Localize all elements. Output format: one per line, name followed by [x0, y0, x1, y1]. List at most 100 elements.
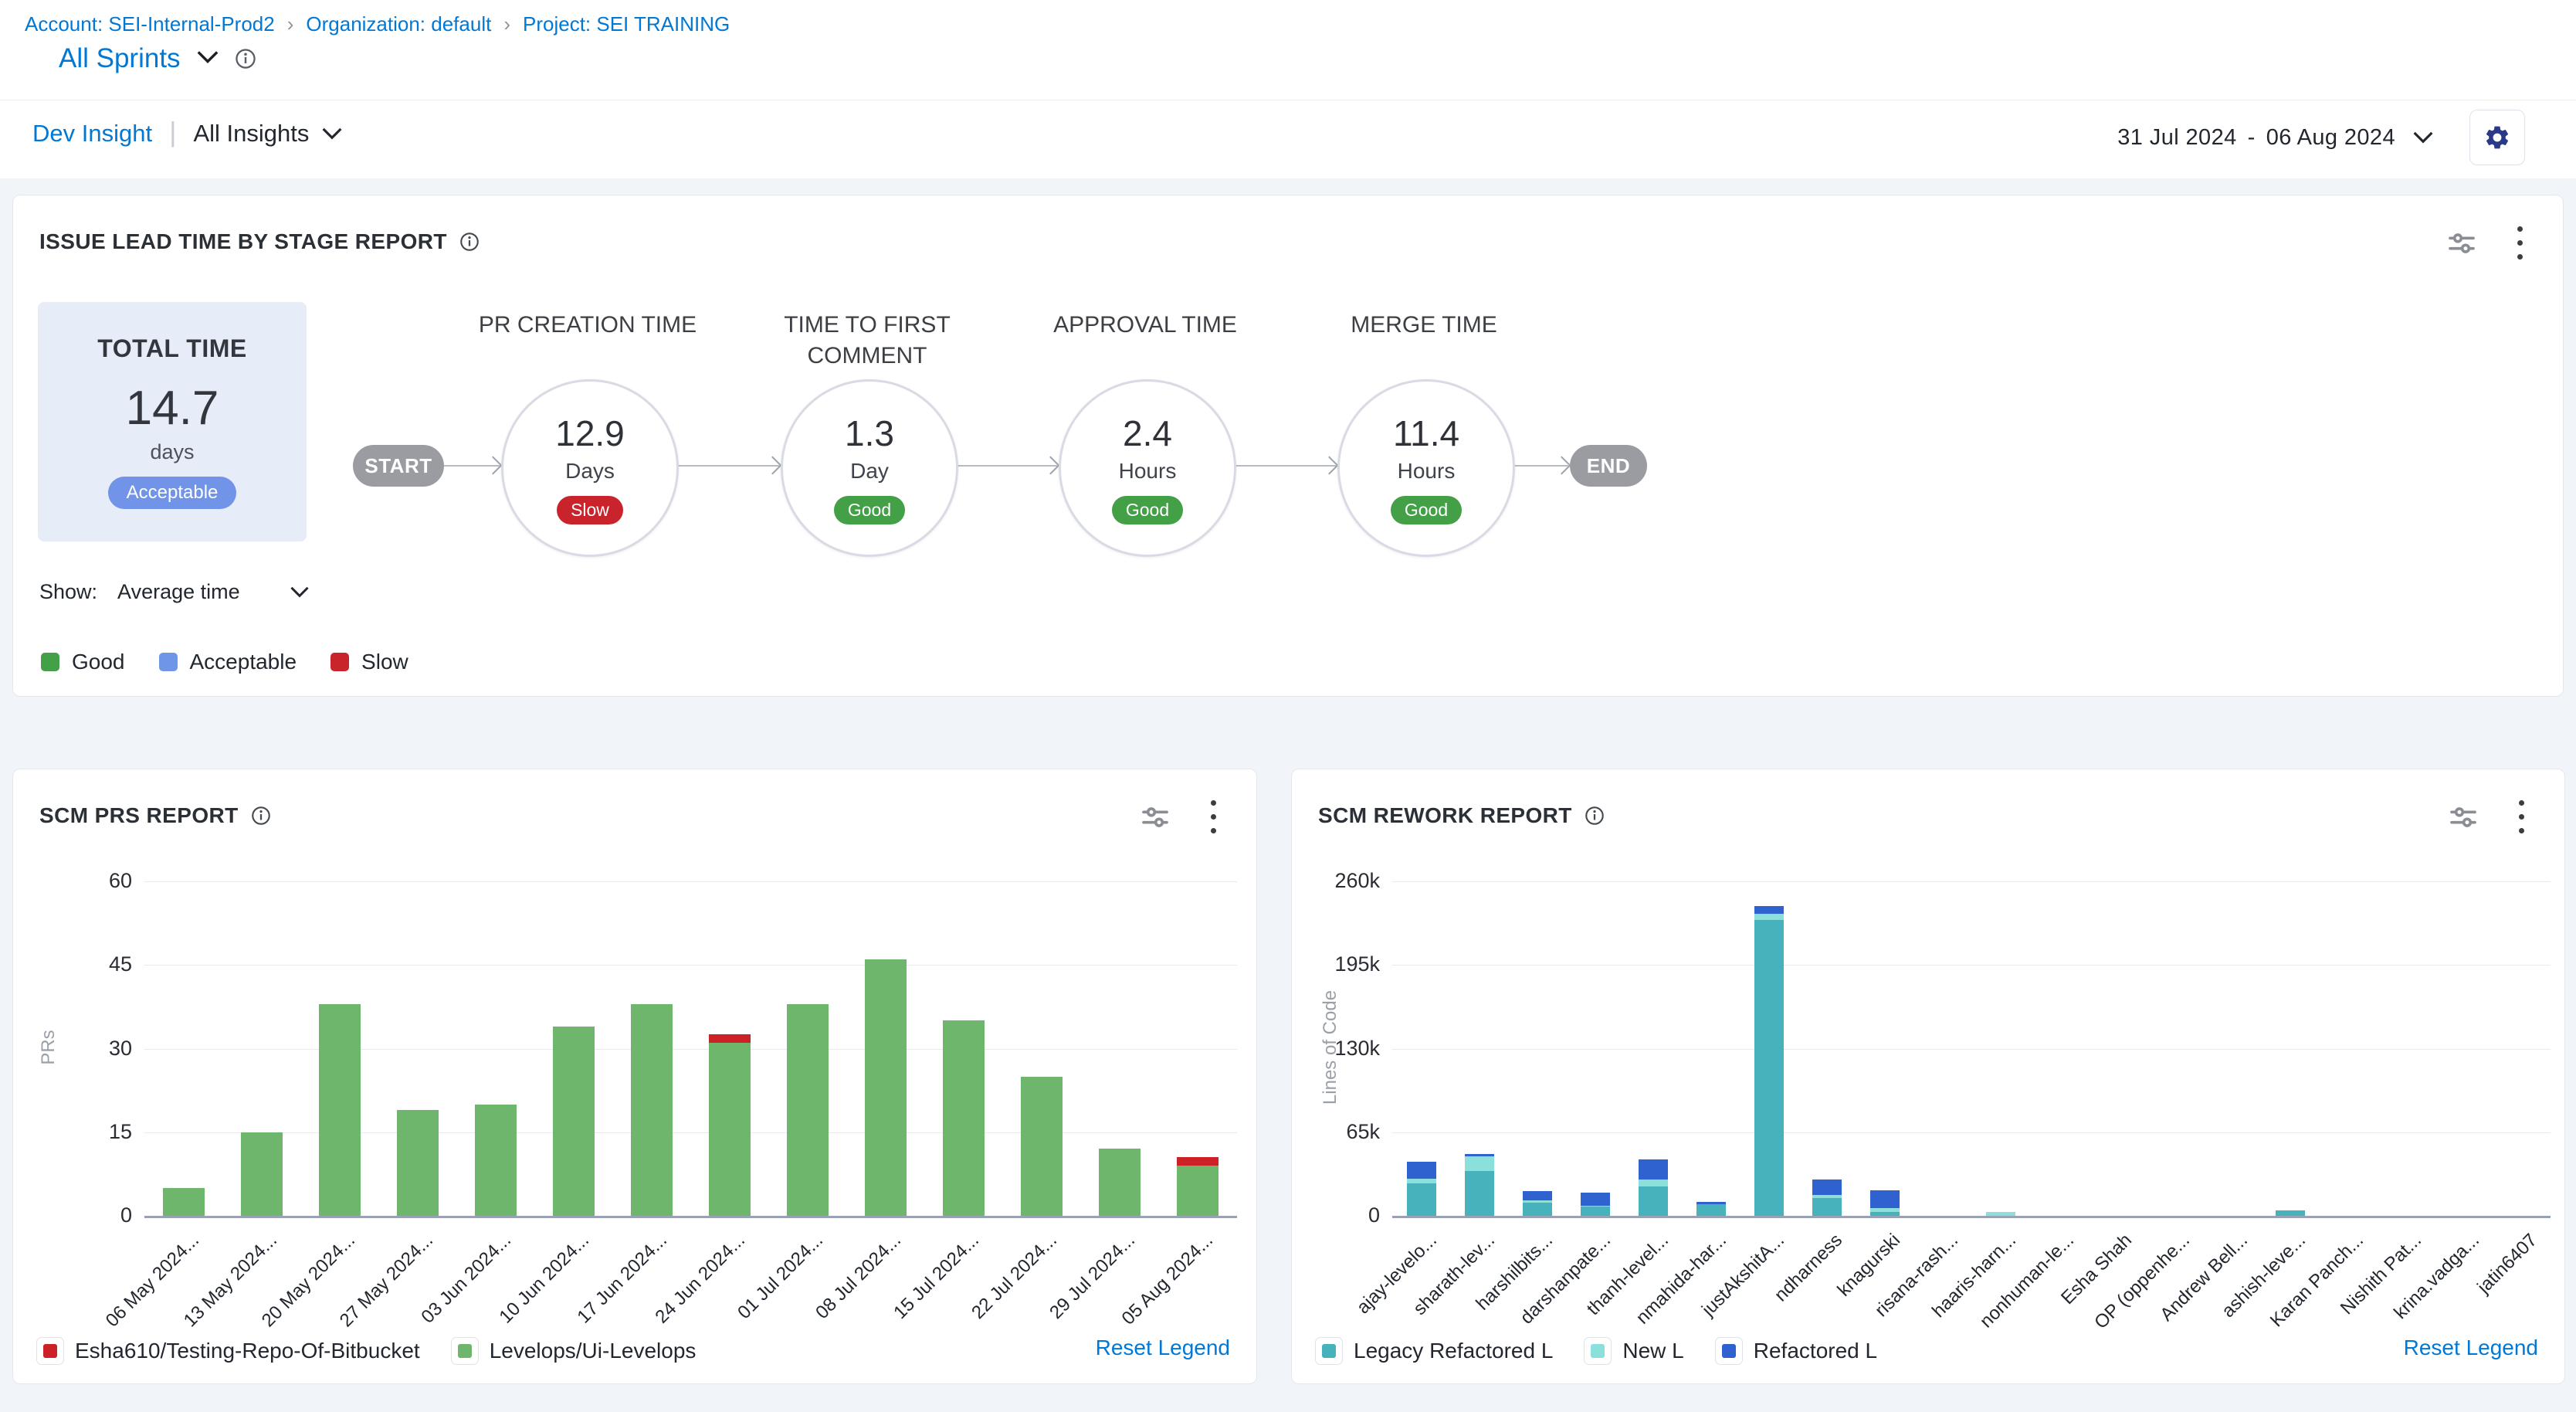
- bar-segment[interactable]: [1465, 1156, 1494, 1170]
- stage-circle[interactable]: 1.3DayGood: [781, 379, 958, 557]
- bar-segment[interactable]: [1639, 1159, 1668, 1180]
- bar-segment[interactable]: [1754, 906, 1784, 914]
- kebab-menu-icon[interactable]: [2519, 800, 2524, 833]
- bar-segment[interactable]: [1870, 1212, 1900, 1216]
- show-dropdown[interactable]: Average time: [117, 580, 310, 604]
- breadcrumb-link-project[interactable]: Project: SEI TRAINING: [523, 12, 730, 36]
- bar-segment[interactable]: [163, 1188, 205, 1216]
- stage-value: 2.4: [1123, 412, 1172, 454]
- bar-segment[interactable]: [1177, 1157, 1219, 1166]
- bar-segment[interactable]: [1407, 1162, 1436, 1179]
- bar-segment[interactable]: [1639, 1179, 1668, 1186]
- info-icon[interactable]: [459, 232, 480, 252]
- bar-segment[interactable]: [319, 1004, 361, 1216]
- bar-segment[interactable]: [631, 1004, 673, 1216]
- bar-segment[interactable]: [709, 1043, 751, 1216]
- sprint-selector[interactable]: All Sprints: [59, 43, 181, 74]
- flow-arrow: [1512, 465, 1568, 467]
- bar-segment[interactable]: [1407, 1179, 1436, 1184]
- chevron-down-icon: [290, 586, 310, 599]
- bar-segment[interactable]: [943, 1020, 985, 1216]
- bar-segment[interactable]: [1465, 1171, 1494, 1216]
- bar-segment[interactable]: [1021, 1077, 1063, 1216]
- stage-circle[interactable]: 11.4HoursGood: [1337, 379, 1515, 557]
- legend-item[interactable]: Esha610/Testing-Repo-Of-Bitbucket: [36, 1337, 420, 1365]
- legend-item: Good: [41, 650, 125, 674]
- bar-segment[interactable]: [2276, 1210, 2305, 1216]
- flow-arrow: [955, 465, 1057, 467]
- bar-segment[interactable]: [1177, 1166, 1219, 1216]
- bar-segment[interactable]: [1812, 1179, 1842, 1195]
- stage-label: APPROVAL TIME: [1029, 310, 1261, 341]
- legend-item[interactable]: Legacy Refactored L: [1315, 1337, 1553, 1365]
- bar-segment[interactable]: [1696, 1202, 1726, 1204]
- bar-segment[interactable]: [1465, 1154, 1494, 1156]
- bar-segment[interactable]: [1754, 920, 1784, 1216]
- settings-gear-button[interactable]: [2469, 110, 2525, 165]
- info-icon[interactable]: [1585, 806, 1605, 826]
- bar-segment[interactable]: [1870, 1190, 1900, 1208]
- bar-segment[interactable]: [709, 1034, 751, 1043]
- bar-segment[interactable]: [1754, 914, 1784, 920]
- legend-item[interactable]: Levelops/Ui-Levelops: [451, 1337, 697, 1365]
- gridline: [1392, 1132, 2551, 1133]
- info-icon[interactable]: [235, 48, 256, 70]
- chevron-down-icon[interactable]: [196, 49, 219, 69]
- stage-status-badge: Good: [1112, 496, 1183, 524]
- total-time-status-badge: Acceptable: [108, 477, 237, 509]
- kebab-menu-icon[interactable]: [2517, 226, 2523, 260]
- legend-item[interactable]: New L: [1584, 1337, 1683, 1365]
- start-pill: START: [353, 445, 444, 487]
- reset-legend-link[interactable]: Reset Legend: [1096, 1336, 1230, 1360]
- total-time-label: TOTAL TIME: [97, 334, 246, 363]
- legend-label: Slow: [361, 650, 408, 674]
- bar-segment[interactable]: [1407, 1183, 1436, 1216]
- y-tick-label: 45: [63, 952, 132, 976]
- kebab-menu-icon[interactable]: [1211, 800, 1216, 833]
- stage-circle[interactable]: 2.4HoursGood: [1059, 379, 1236, 557]
- filter-sliders-icon[interactable]: [2446, 228, 2477, 259]
- bar-segment[interactable]: [787, 1004, 829, 1216]
- bar-segment[interactable]: [475, 1105, 517, 1216]
- info-icon[interactable]: [251, 806, 271, 826]
- nav-divider: |: [169, 116, 176, 148]
- insight-selector[interactable]: All Insights: [193, 120, 343, 148]
- breadcrumb-link-organization[interactable]: Organization: default: [306, 12, 491, 36]
- bar-segment[interactable]: [1581, 1207, 1610, 1216]
- bar-segment[interactable]: [1581, 1206, 1610, 1207]
- rework-report-card: SCM REWORK REPORT 065k130k195k260kLines …: [1291, 769, 2565, 1384]
- stage-label: MERGE TIME: [1308, 310, 1540, 341]
- bar-segment[interactable]: [1812, 1195, 1842, 1197]
- bar-segment[interactable]: [553, 1027, 595, 1216]
- breadcrumb-link-account[interactable]: Account: SEI-Internal-Prod2: [25, 12, 275, 36]
- bar-segment[interactable]: [1523, 1203, 1552, 1216]
- bar-segment[interactable]: [1523, 1191, 1552, 1200]
- breadcrumb-separator: ›: [287, 12, 294, 36]
- filter-sliders-icon[interactable]: [1140, 802, 1171, 833]
- bar-segment[interactable]: [1581, 1193, 1610, 1206]
- bar-segment[interactable]: [1812, 1198, 1842, 1216]
- lead-time-card: ISSUE LEAD TIME BY STAGE REPORT TOTAL TI…: [12, 195, 2564, 697]
- bar-segment[interactable]: [397, 1110, 439, 1216]
- bar-segment[interactable]: [1523, 1200, 1552, 1203]
- filter-sliders-icon[interactable]: [2448, 802, 2479, 833]
- stage-value: 12.9: [555, 412, 625, 454]
- gridline: [144, 1049, 1237, 1050]
- legend-swatch: [451, 1337, 479, 1365]
- stage-value: 11.4: [1393, 412, 1459, 454]
- date-range-picker[interactable]: 31 Jul 2024 - 06 Aug 2024: [2117, 125, 2434, 151]
- reset-legend-link[interactable]: Reset Legend: [2404, 1336, 2538, 1360]
- bar-segment[interactable]: [865, 959, 907, 1216]
- bar-segment[interactable]: [1870, 1208, 1900, 1212]
- bar-segment[interactable]: [241, 1132, 283, 1216]
- nav-dev-insight[interactable]: Dev Insight: [32, 120, 152, 148]
- gridline: [144, 1132, 1237, 1133]
- bar-segment[interactable]: [1986, 1212, 2015, 1216]
- bar-segment[interactable]: [1639, 1186, 1668, 1216]
- legend-label: Good: [72, 650, 125, 674]
- bar-segment[interactable]: [1696, 1204, 1726, 1216]
- stage-circle[interactable]: 12.9DaysSlow: [501, 379, 679, 557]
- legend-item[interactable]: Refactored L: [1715, 1337, 1877, 1365]
- bar-segment[interactable]: [1099, 1149, 1141, 1216]
- status-legend: GoodAcceptableSlow: [41, 650, 408, 674]
